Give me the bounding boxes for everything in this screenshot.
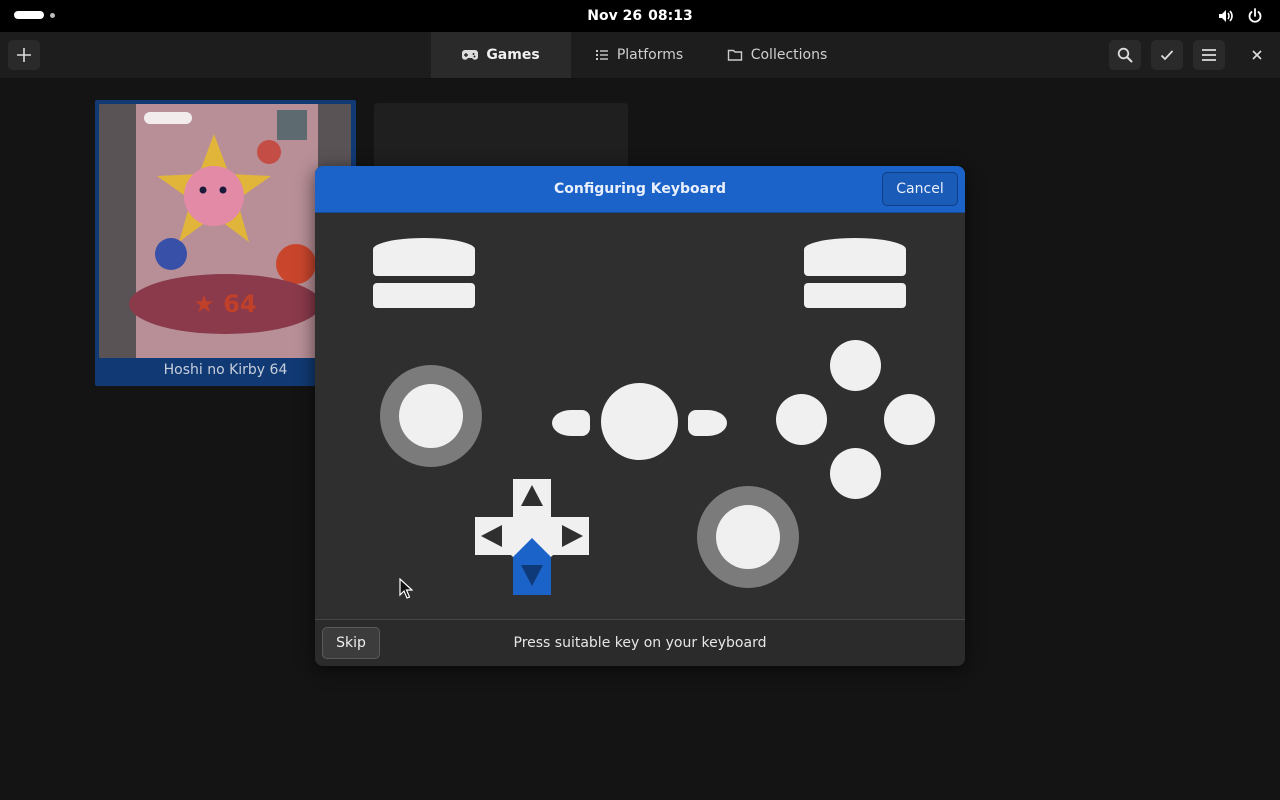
- volume-icon[interactable]: [1217, 7, 1235, 25]
- hamburger-menu-icon: [1202, 49, 1216, 61]
- gamepad-icon: [462, 50, 479, 60]
- right-bumper: [804, 283, 906, 308]
- right-trigger: [804, 238, 906, 276]
- left-bumper: [373, 283, 475, 308]
- add-game-button[interactable]: [8, 40, 40, 70]
- system-top-bar: Nov 26 08:13: [0, 0, 1280, 32]
- app-header-bar: Games Platforms Collections: [0, 32, 1280, 79]
- close-icon: [1252, 50, 1262, 60]
- select-button[interactable]: [1151, 40, 1183, 70]
- tab-platforms-label: Platforms: [616, 47, 684, 63]
- face-button-north: [830, 340, 881, 391]
- clock-date: Nov 26: [587, 8, 643, 24]
- start-button-shape: [688, 410, 727, 436]
- select-button-shape: [552, 410, 590, 436]
- dialog-title: Configuring Keyboard: [553, 181, 727, 197]
- power-icon[interactable]: [1246, 7, 1264, 25]
- face-button-south: [830, 448, 881, 499]
- list-icon: [595, 50, 608, 60]
- clock-time: 08:13: [648, 8, 693, 24]
- svg-text:★ 64: ★ 64: [193, 290, 256, 318]
- face-button-east: [884, 394, 935, 445]
- checkmark-icon: [1160, 50, 1174, 61]
- plus-icon: [17, 48, 31, 62]
- close-window-button[interactable]: [1241, 40, 1273, 70]
- clock[interactable]: Nov 26 08:13: [0, 0, 1280, 32]
- skip-button[interactable]: Skip: [322, 627, 380, 659]
- tab-collections[interactable]: Collections: [707, 32, 847, 78]
- left-trigger: [373, 238, 475, 276]
- game-cover-image: ★ 64: [99, 104, 351, 358]
- left-stick: [399, 384, 463, 448]
- view-switcher: Games Platforms Collections: [431, 32, 847, 78]
- main-menu-button[interactable]: [1193, 40, 1225, 70]
- folder-icon: [727, 49, 742, 61]
- dialog-footer: Press suitable key on your keyboard Skip: [315, 619, 965, 666]
- cancel-button[interactable]: Cancel: [882, 172, 958, 206]
- face-button-west: [776, 394, 827, 445]
- search-icon: [1117, 47, 1133, 63]
- dialog-header: Configuring Keyboard Cancel: [315, 166, 965, 213]
- status-message: Press suitable key on your keyboard: [513, 635, 767, 651]
- tab-platforms[interactable]: Platforms: [571, 32, 707, 78]
- game-card-placeholder[interactable]: [374, 103, 628, 168]
- search-button[interactable]: [1109, 40, 1141, 70]
- tab-collections-label: Collections: [750, 47, 828, 63]
- home-button-shape: [601, 383, 678, 460]
- right-stick: [716, 505, 780, 569]
- tab-games-label: Games: [486, 47, 540, 63]
- mouse-pointer-icon: [399, 578, 413, 599]
- gamepad-diagram: [315, 213, 965, 619]
- dpad: [475, 479, 589, 595]
- tab-games[interactable]: Games: [431, 32, 571, 78]
